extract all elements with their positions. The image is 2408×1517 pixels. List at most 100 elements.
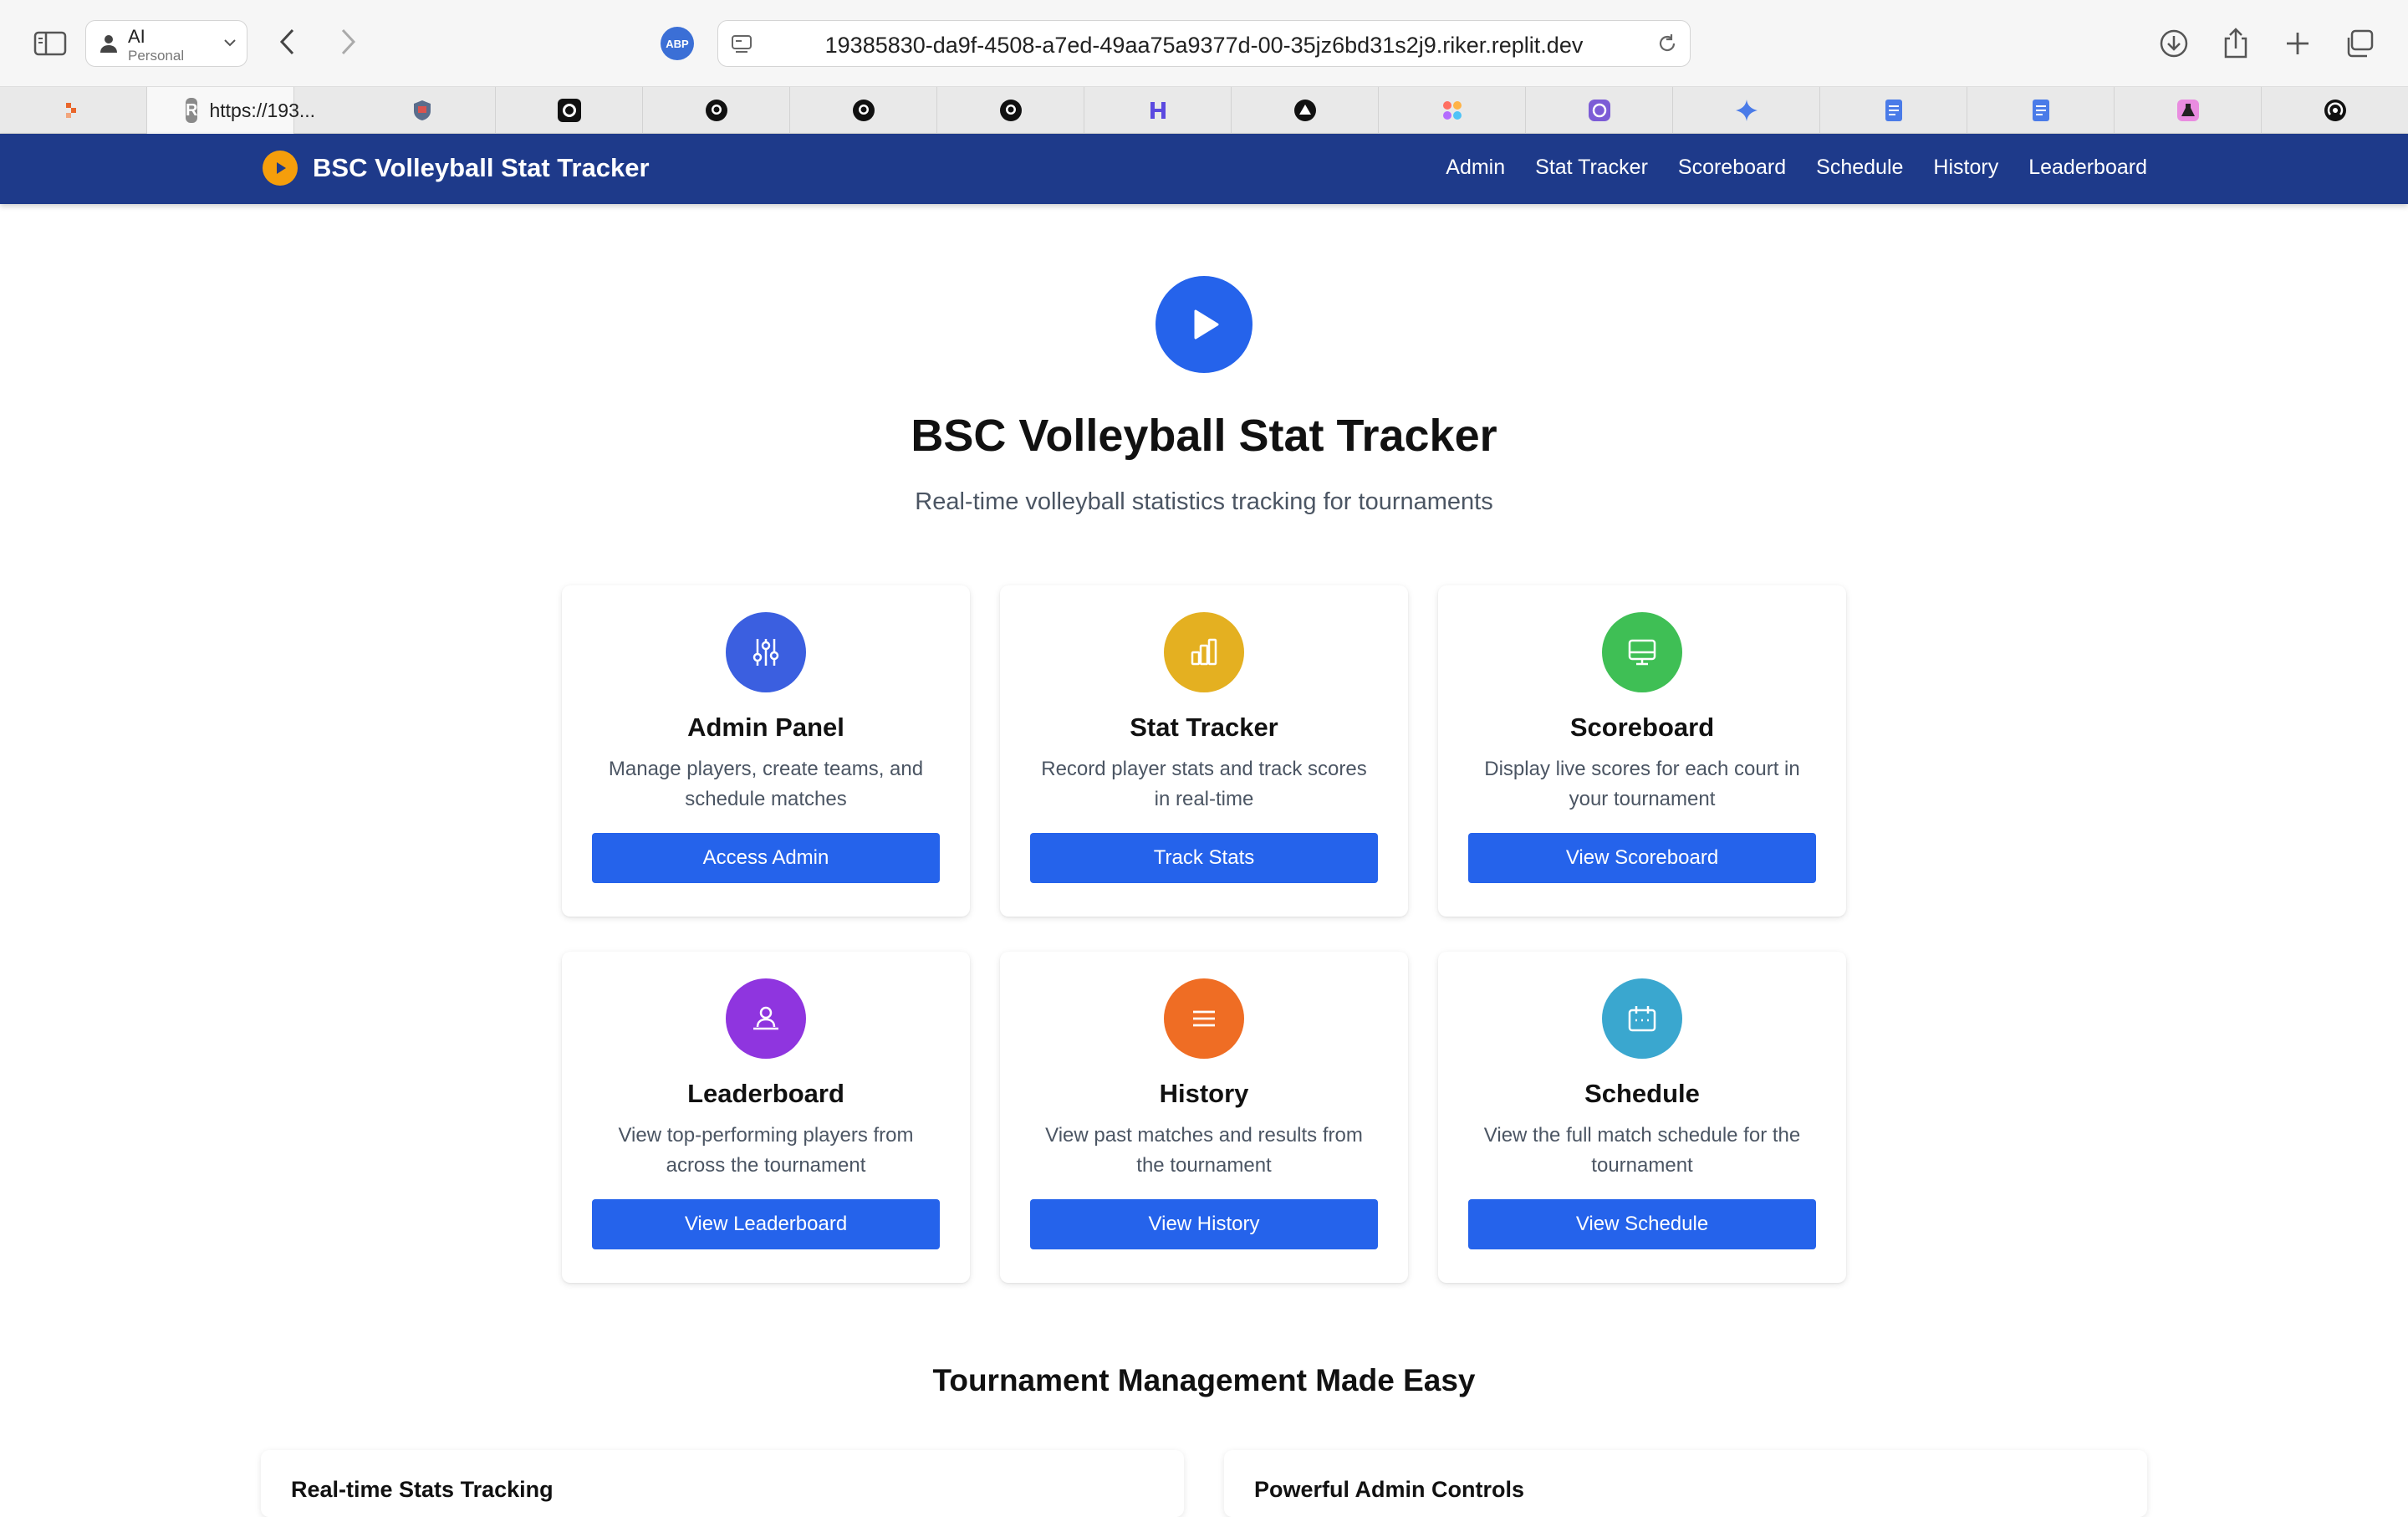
hero-title: BSC Volleyball Stat Tracker: [911, 411, 1497, 461]
card-description: View top-performing players from across …: [618, 1124, 914, 1177]
podcast-icon: [2324, 100, 2346, 121]
tab-pinned-1[interactable]: [0, 87, 147, 134]
play-circle-icon: [263, 151, 298, 186]
triangle-circle-icon: [1293, 100, 1316, 121]
github-icon: [852, 100, 875, 121]
tab-pinned-9[interactable]: [1232, 87, 1379, 134]
card-description: Record player stats and track scores in …: [1041, 758, 1367, 810]
chevron-down-icon: [222, 34, 238, 55]
card-title: Scoreboard: [1569, 713, 1715, 742]
view-history-button[interactable]: View History: [1030, 1199, 1378, 1249]
tab-pinned-14[interactable]: [1967, 87, 2115, 134]
view-leaderboard-button[interactable]: View Leaderboard: [592, 1199, 940, 1249]
docs-icon: [1885, 100, 1902, 121]
sliders-icon: [726, 612, 806, 692]
share-icon[interactable]: [2216, 23, 2256, 64]
tab-pinned-13[interactable]: [1820, 87, 1967, 134]
shield-crest-icon: [413, 100, 431, 120]
features-heading: Tournament Management Made Easy: [932, 1363, 1476, 1397]
h-logo-icon: [1150, 102, 1166, 119]
card-title: Schedule: [1584, 1079, 1700, 1108]
hero-subtitle: Real-time volleyball statistics tracking…: [915, 488, 1493, 515]
reload-icon[interactable]: [1655, 31, 1680, 60]
tab-pinned-6[interactable]: [790, 87, 937, 134]
card-title: History: [1159, 1079, 1249, 1108]
tab-pinned-16[interactable]: [2262, 87, 2408, 134]
purple-swirl-icon: [1588, 100, 1610, 121]
flask-icon: [2176, 100, 2199, 121]
card-description: View past matches and results from the t…: [1045, 1124, 1363, 1177]
tab-pinned-4[interactable]: [496, 87, 643, 134]
github-icon: [999, 100, 1022, 121]
nav-schedule[interactable]: Schedule: [1816, 156, 1903, 180]
person-icon: [98, 33, 120, 59]
tab-pinned-11[interactable]: [1526, 87, 1673, 134]
bar-chart-icon: [1164, 612, 1244, 692]
profile-name: AI: [128, 26, 145, 47]
sidebar-toggle-icon[interactable]: [32, 25, 69, 62]
tab-pinned-10[interactable]: [1379, 87, 1526, 134]
back-button[interactable]: [269, 23, 306, 60]
access-admin-button[interactable]: Access Admin: [592, 833, 940, 883]
app-navbar: BSC Volleyball Stat Tracker Admin Stat T…: [0, 134, 2408, 204]
card-title: Admin Panel: [687, 713, 844, 742]
card-title: Leaderboard: [687, 1079, 844, 1108]
card-stat-tracker: Stat Tracker Record player stats and tra…: [1000, 585, 1408, 917]
tab-strip: R https://193...: [0, 87, 2408, 134]
forward-button[interactable]: [329, 23, 366, 60]
tab-pinned-7[interactable]: [937, 87, 1084, 134]
address-bar[interactable]: 19385830-da9f-4508-a7ed-49aa75a9377d-00-…: [717, 20, 1691, 67]
download-icon[interactable]: [2154, 23, 2194, 64]
card-description: Display live scores for each court in yo…: [1484, 758, 1800, 810]
tab-active[interactable]: R https://193...: [147, 87, 315, 134]
profile-switcher[interactable]: AI Personal: [85, 20, 247, 67]
feature-card-stats: Real-time Stats Tracking: [261, 1450, 1184, 1517]
tab-pinned-8[interactable]: [1084, 87, 1232, 134]
tab-pinned-12[interactable]: [1673, 87, 1820, 134]
monitor-icon: [1602, 612, 1682, 692]
tab-title: https://193...: [209, 99, 316, 121]
card-schedule: Schedule View the full match schedule fo…: [1438, 952, 1846, 1283]
hero-play-icon: [1156, 276, 1252, 373]
nav-admin[interactable]: Admin: [1446, 156, 1505, 180]
github-icon: [557, 99, 581, 122]
tab-pinned-15[interactable]: [2115, 87, 2262, 134]
card-leaderboard: Leaderboard View top-performing players …: [562, 952, 970, 1283]
replit-favicon-icon: R: [186, 98, 198, 123]
nav-links: Admin Stat Tracker Scoreboard Schedule H…: [1446, 156, 2147, 180]
feature-title: Real-time Stats Tracking: [291, 1477, 554, 1502]
card-history: History View past matches and results fr…: [1000, 952, 1408, 1283]
orange-grid-icon: [65, 103, 76, 118]
tab-overview-icon[interactable]: [2339, 23, 2380, 64]
new-tab-icon[interactable]: [2278, 23, 2318, 64]
profile-subtitle: Personal: [128, 48, 185, 64]
card-scoreboard: Scoreboard Display live scores for each …: [1438, 585, 1846, 917]
nav-stat-tracker[interactable]: Stat Tracker: [1535, 156, 1648, 180]
brand-title: BSC Volleyball Stat Tracker: [313, 153, 650, 182]
docs-icon: [2032, 100, 2049, 121]
tab-pinned-3[interactable]: [349, 87, 496, 134]
nav-leaderboard[interactable]: Leaderboard: [2028, 156, 2147, 180]
github-icon: [705, 100, 727, 121]
user-podium-icon: [726, 978, 806, 1059]
brand-link[interactable]: BSC Volleyball Stat Tracker: [263, 151, 650, 186]
card-description: Manage players, create teams, and schedu…: [608, 758, 924, 810]
tab-pinned-5[interactable]: [643, 87, 790, 134]
adblock-icon[interactable]: ABP: [661, 27, 694, 60]
colorful-grid-icon: [1442, 101, 1462, 120]
track-stats-button[interactable]: Track Stats: [1030, 833, 1378, 883]
sparkle-icon: [1735, 100, 1758, 121]
feature-title: Powerful Admin Controls: [1254, 1477, 1524, 1502]
card-title: Stat Tracker: [1130, 713, 1278, 742]
view-scoreboard-button[interactable]: View Scoreboard: [1468, 833, 1816, 883]
card-description: View the full match schedule for the tou…: [1483, 1124, 1801, 1177]
feature-card-admin: Powerful Admin Controls: [1224, 1450, 2147, 1517]
nav-scoreboard[interactable]: Scoreboard: [1678, 156, 1786, 180]
calendar-icon: [1602, 978, 1682, 1059]
list-icon: [1164, 978, 1244, 1059]
browser-toolbar: AI Personal ABP 19385830-da9f-4508-a7ed-…: [0, 0, 2408, 87]
url-text: 19385830-da9f-4508-a7ed-49aa75a9377d-00-…: [824, 33, 1584, 58]
view-schedule-button[interactable]: View Schedule: [1468, 1199, 1816, 1249]
card-admin: Admin Panel Manage players, create teams…: [562, 585, 970, 917]
nav-history[interactable]: History: [1933, 156, 1998, 180]
